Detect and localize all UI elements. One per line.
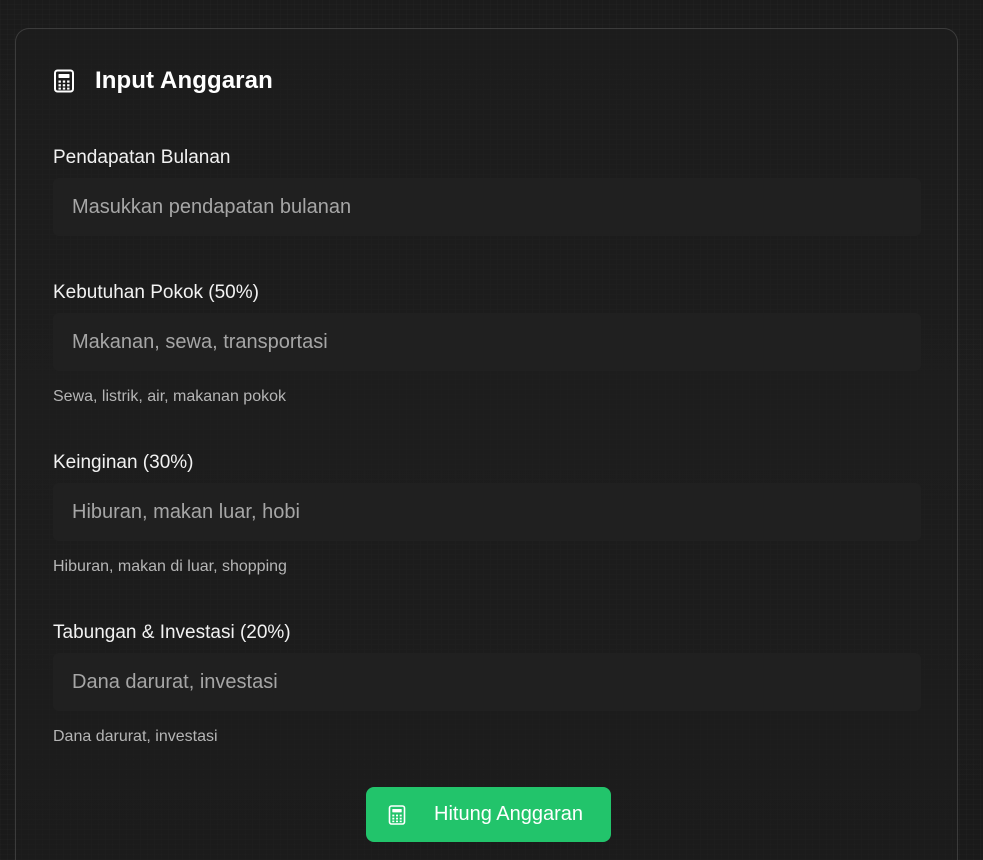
field-savings: Tabungan & Investasi (20%) Dana darurat,… <box>53 622 921 746</box>
field-monthly-income: Pendapatan Bulanan <box>53 147 921 236</box>
wants-input[interactable] <box>53 483 921 541</box>
calculate-budget-button[interactable]: Hitung Anggaran <box>366 787 611 842</box>
field-label: Tabungan & Investasi (20%) <box>53 622 291 643</box>
calculator-icon <box>388 804 406 825</box>
budget-input-card: Input Anggaran Pendapatan Bulanan Kebutu… <box>15 28 958 860</box>
field-label: Kebutuhan Pokok (50%) <box>53 282 259 303</box>
field-wants: Keinginan (30%) Hiburan, makan di luar, … <box>53 452 921 576</box>
needs-input[interactable] <box>53 313 921 371</box>
field-hint: Sewa, listrik, air, makanan pokok <box>53 388 286 405</box>
monthly-income-input[interactable] <box>53 178 921 236</box>
calculate-budget-label: Hitung Anggaran <box>434 803 584 825</box>
field-hint: Hiburan, makan di luar, shopping <box>53 558 287 575</box>
savings-input[interactable] <box>53 653 921 711</box>
card-title: Input Anggaran <box>95 67 273 94</box>
field-hint: Dana darurat, investasi <box>53 728 218 745</box>
field-needs: Kebutuhan Pokok (50%) Sewa, listrik, air… <box>53 282 921 406</box>
field-label: Keinginan (30%) <box>53 452 194 473</box>
field-label: Pendapatan Bulanan <box>53 147 231 168</box>
calculator-icon <box>54 69 74 93</box>
card-header: Input Anggaran <box>53 67 273 95</box>
